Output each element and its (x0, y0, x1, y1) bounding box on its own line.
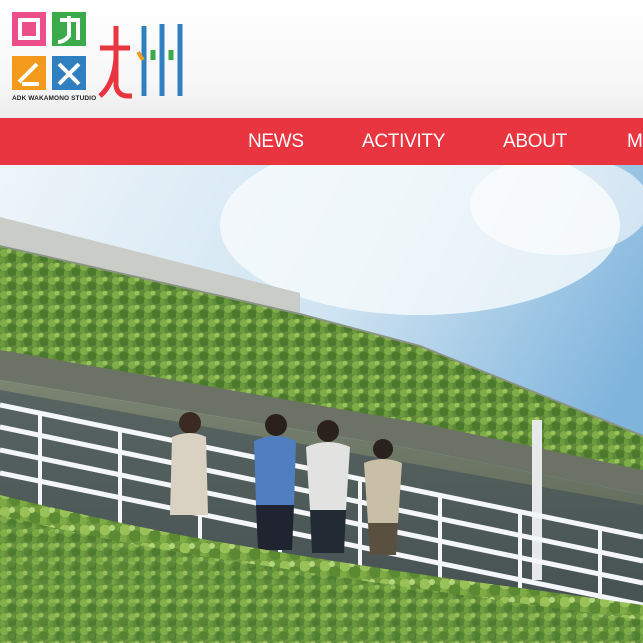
main-nav: NEWS ACTIVITY ABOUT M (0, 118, 643, 165)
nav-item-about[interactable]: ABOUT (503, 131, 567, 153)
site-header: ADK WAKAMONO STUDIO (0, 0, 643, 118)
site-logo (12, 12, 183, 99)
nav-item-news[interactable]: NEWS (248, 131, 304, 153)
nav-item-activity[interactable]: ACTIVITY (362, 131, 445, 153)
nav-item-more[interactable]: M (627, 131, 643, 153)
hero-section (0, 165, 643, 643)
logo-caption: ADK WAKAMONO STUDIO (12, 95, 97, 102)
hero-image (0, 165, 643, 643)
